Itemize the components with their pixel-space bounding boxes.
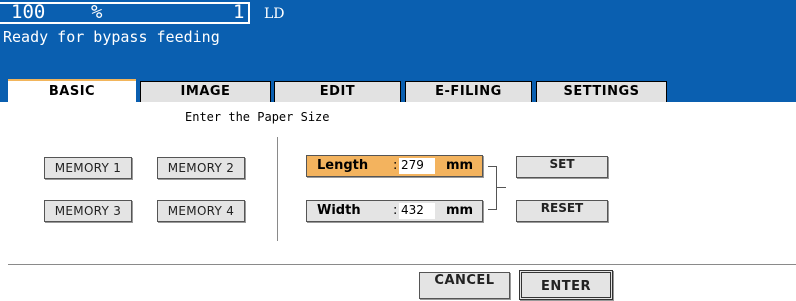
width-label: Width bbox=[317, 203, 361, 218]
instruction-text: Enter the Paper Size bbox=[185, 110, 330, 124]
reset-button[interactable]: RESET bbox=[516, 200, 608, 222]
tab-bar: BASIC IMAGE EDIT E-FILING SETTINGS bbox=[0, 79, 796, 102]
width-separator: : bbox=[393, 203, 398, 218]
horizontal-divider bbox=[8, 264, 796, 265]
memory-3-button[interactable]: MEMORY 3 bbox=[44, 200, 132, 222]
memory-1-button[interactable]: MEMORY 1 bbox=[44, 157, 132, 179]
memory-4-button[interactable]: MEMORY 4 bbox=[157, 200, 245, 222]
tab-image[interactable]: IMAGE bbox=[140, 81, 271, 102]
length-unit: mm bbox=[446, 158, 474, 173]
length-separator: : bbox=[393, 158, 398, 173]
width-field[interactable]: Width : 432 mm bbox=[306, 200, 483, 222]
tab-e-filing[interactable]: E-FILING bbox=[405, 81, 532, 102]
bracket-connector bbox=[488, 166, 497, 210]
set-button[interactable]: SET bbox=[516, 156, 608, 178]
zoom-value: 100 bbox=[11, 1, 46, 23]
length-label: Length bbox=[317, 158, 369, 173]
enter-button[interactable]: ENTER bbox=[519, 270, 613, 300]
vertical-divider bbox=[277, 137, 278, 241]
tab-settings[interactable]: SETTINGS bbox=[536, 81, 667, 102]
status-header: 100 % 1 LD Ready for bypass feeding bbox=[0, 0, 796, 79]
cancel-button[interactable]: CANCEL bbox=[419, 272, 510, 299]
paper-size-label: LD bbox=[264, 6, 285, 22]
copy-count: 1 bbox=[233, 1, 245, 23]
memory-2-button[interactable]: MEMORY 2 bbox=[157, 157, 245, 179]
status-message: Ready for bypass feeding bbox=[3, 28, 220, 46]
zoom-unit: % bbox=[91, 1, 103, 23]
width-unit: mm bbox=[446, 203, 474, 218]
tab-edit[interactable]: EDIT bbox=[274, 81, 401, 102]
bracket-stub bbox=[497, 187, 506, 188]
length-value: 279 bbox=[399, 158, 435, 174]
width-value: 432 bbox=[399, 203, 435, 219]
tab-basic[interactable]: BASIC bbox=[8, 79, 136, 102]
length-field[interactable]: Length : 279 mm bbox=[306, 155, 483, 177]
